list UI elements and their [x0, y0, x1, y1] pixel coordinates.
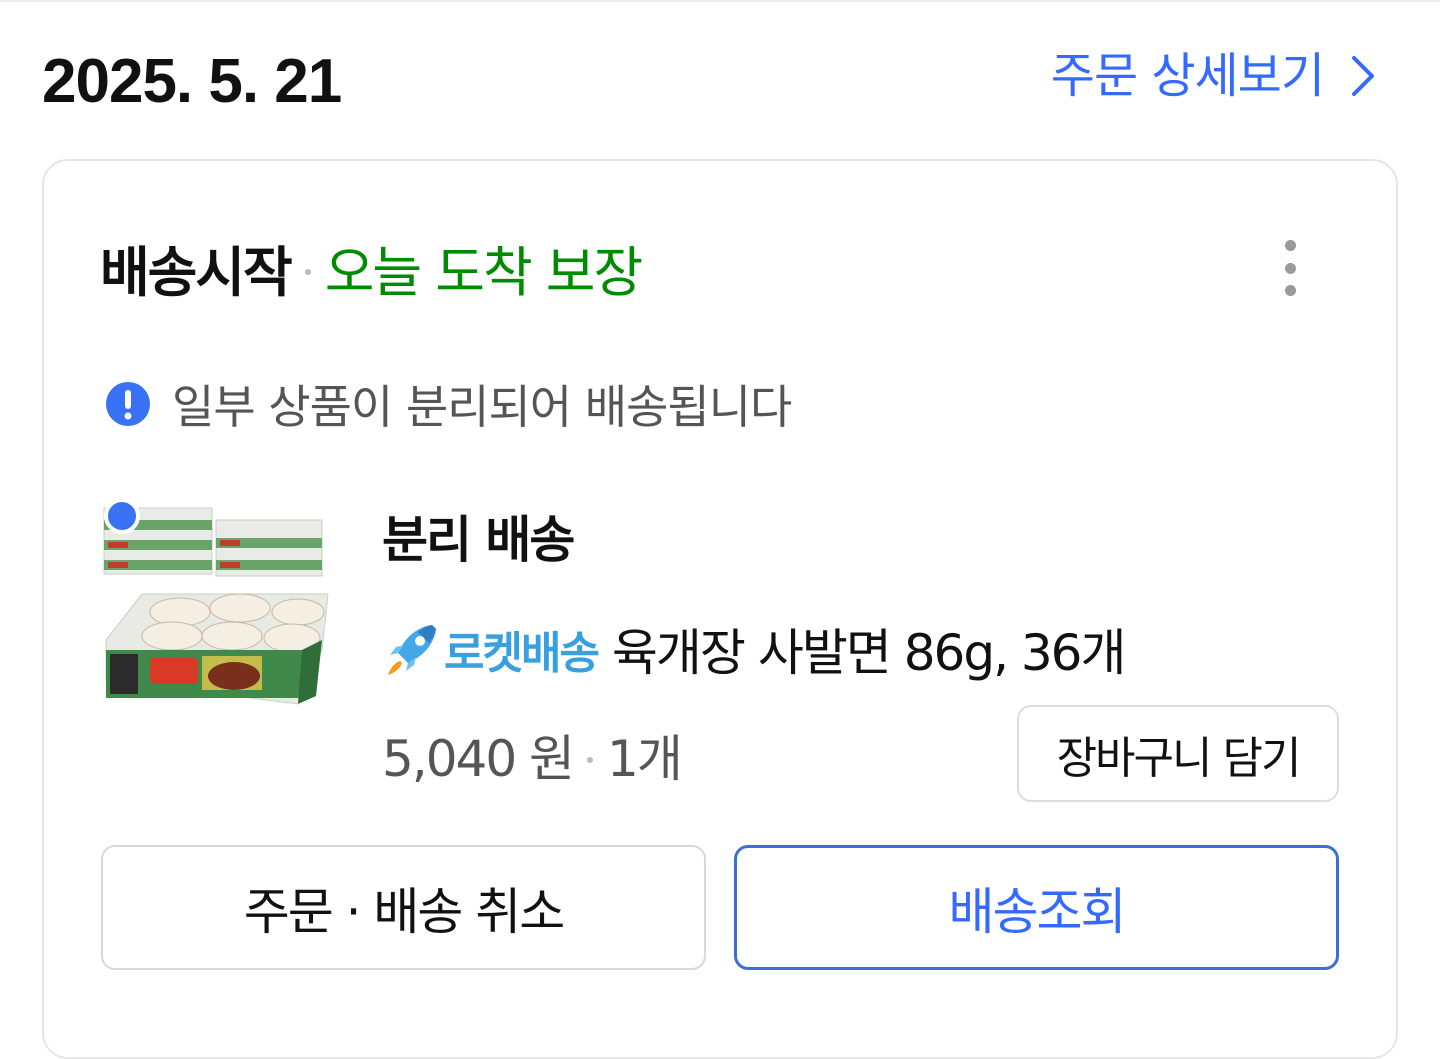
shipment-title: 분리 배송: [382, 511, 575, 569]
status-label: 배송시작: [100, 240, 293, 304]
product-info[interactable]: 로켓배송 육개장 사발면 86g, 36개: [382, 614, 1127, 684]
exclamation-circle-icon: [106, 382, 150, 426]
selection-badge: [104, 498, 140, 534]
cancel-order-button[interactable]: 주문 · 배송 취소: [101, 845, 706, 970]
arrival-guarantee: 오늘 도착 보장: [324, 240, 643, 304]
rocket-icon: [388, 625, 436, 675]
price-quantity: 5,040 원 1개: [382, 720, 683, 790]
chevron-right-icon: [1352, 56, 1374, 96]
product-quantity: 1개: [607, 730, 683, 788]
separator-dot: [587, 757, 594, 763]
product-price: 5,040 원: [382, 730, 575, 788]
separator-dot: [304, 269, 311, 275]
split-shipping-notice: 일부 상품이 분리되어 배송됩니다: [104, 374, 792, 434]
product-name: 육개장 사발면 86g, 36개: [611, 624, 1127, 682]
top-divider: [0, 0, 1440, 2]
order-detail-label: 주문 상세보기: [1050, 48, 1325, 104]
delivery-status: 배송시작 오늘 도착 보장: [100, 232, 643, 304]
notice-text: 일부 상품이 분리되어 배송됩니다: [172, 380, 792, 434]
add-to-cart-button[interactable]: 장바구니 담기: [1017, 705, 1339, 802]
order-detail-link[interactable]: 주문 상세보기: [1051, 44, 1376, 108]
track-delivery-button[interactable]: 배송조회: [734, 845, 1339, 970]
rocket-delivery-label: 로켓배송: [444, 628, 600, 679]
more-vertical-icon[interactable]: [1270, 236, 1310, 300]
order-date: 2025. 5. 21: [42, 47, 342, 116]
